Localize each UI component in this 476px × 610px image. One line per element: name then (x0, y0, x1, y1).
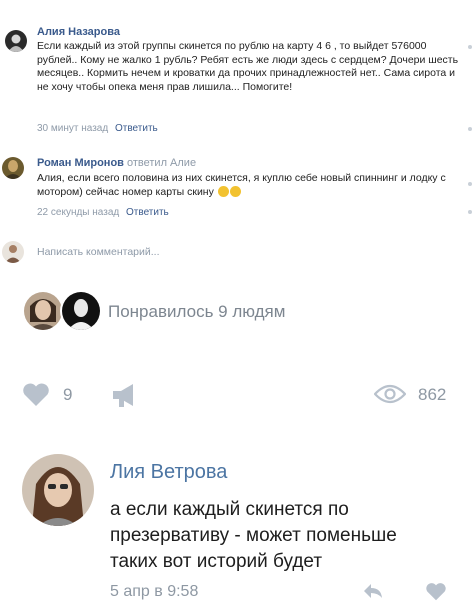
comment-meta: 30 минут назад Ответить (37, 123, 158, 134)
reply-arrow-icon[interactable] (362, 582, 384, 605)
megaphone-icon[interactable] (111, 381, 139, 414)
comment-text: Если каждый из этой группы скинется по р… (37, 40, 459, 93)
reply-button[interactable]: Ответить (115, 123, 158, 134)
heart-icon[interactable] (425, 582, 447, 606)
views-count: 862 (418, 385, 447, 404)
own-avatar (2, 241, 24, 263)
reply-avatar[interactable] (22, 454, 94, 526)
reply-time: 5 апр в 9:58 (110, 583, 199, 600)
smile-emoji-icon (229, 185, 241, 197)
more-dot[interactable] (468, 210, 472, 214)
comment-meta: 22 секунды назад Ответить (37, 207, 169, 218)
comment-text: Алия, если всего половина из них скинетс… (37, 172, 473, 199)
comment-author[interactable]: Алия Назарова (37, 26, 120, 38)
eye-icon (373, 384, 407, 409)
like-count: 9 (63, 385, 73, 404)
comment-time: 30 минут назад (37, 123, 109, 134)
comment-author-name[interactable]: Роман Миронов (37, 157, 124, 169)
avatar[interactable] (2, 157, 24, 179)
more-dot[interactable] (468, 127, 472, 131)
reply-button[interactable]: Ответить (126, 207, 169, 218)
reply-to-label: ответил Алие (127, 157, 197, 169)
write-comment-input[interactable]: Написать комментарий... (37, 246, 160, 258)
heart-icon[interactable] (22, 382, 50, 412)
comment-author[interactable]: Роман Миронов ответил Алие (37, 157, 196, 169)
reply-text-line: презервативу - может поменьше (110, 525, 397, 546)
reply-text-line: таких вот историй будет (110, 551, 323, 572)
likes-summary[interactable]: Понравилось 9 людям (108, 302, 285, 322)
more-dot[interactable] (468, 45, 472, 49)
liker-avatar[interactable] (60, 290, 102, 332)
reply-text-line: а если каждый скинется по (110, 499, 349, 520)
more-dot[interactable] (468, 182, 472, 186)
smile-emoji-icon (217, 185, 229, 197)
avatar[interactable] (5, 30, 27, 52)
liker-avatar[interactable] (22, 290, 64, 332)
reply-author[interactable]: Лия Ветрова (110, 461, 227, 484)
comment-time: 22 секунды назад (37, 207, 120, 218)
reply-text: а если каждый скинется по презервативу -… (110, 497, 470, 575)
comment-text-body: Алия, если всего половина из них скинетс… (37, 172, 446, 198)
